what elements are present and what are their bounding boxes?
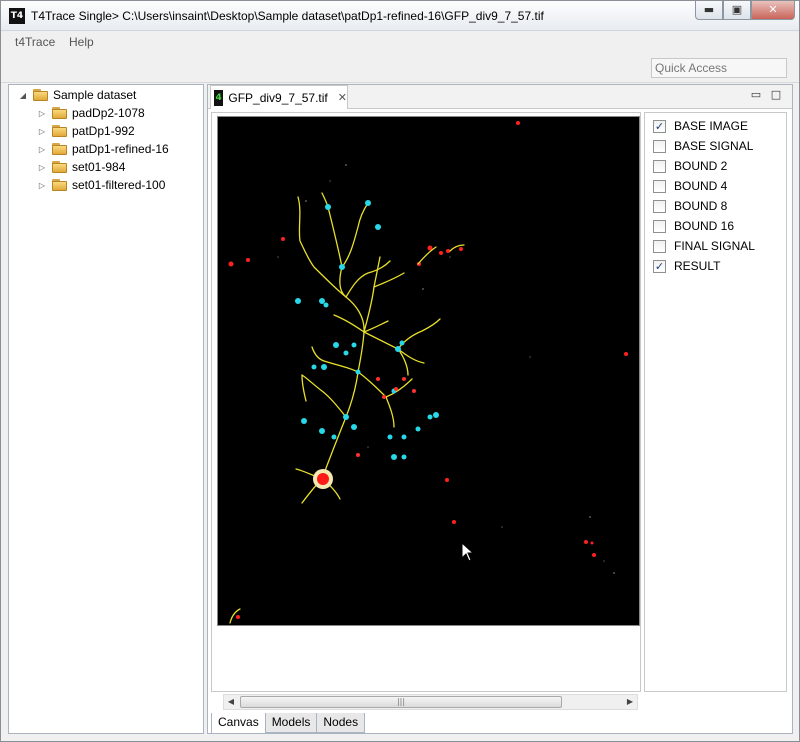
close-button[interactable]: ✕: [751, 1, 795, 20]
trace-markers: [356, 377, 416, 457]
folder-icon: [52, 125, 68, 137]
tree-item-label: patDp1-refined-16: [72, 142, 169, 156]
layer-label: RESULT: [674, 259, 721, 273]
tree-item-label: set01-filtered-100: [72, 178, 166, 192]
unchecked-checkbox-icon[interactable]: [653, 199, 666, 213]
folder-icon: [52, 179, 68, 191]
checked-checkbox-icon[interactable]: ✓: [653, 259, 666, 273]
tree-collapsed-arrow-icon[interactable]: ▷: [36, 127, 48, 136]
tree-item-label: Sample dataset: [53, 88, 137, 102]
tab-nodes[interactable]: Nodes: [316, 713, 366, 733]
folder-icon: [52, 161, 68, 173]
tree-collapsed-arrow-icon[interactable]: ▷: [36, 109, 48, 118]
unchecked-checkbox-icon[interactable]: [653, 139, 666, 153]
tab-canvas[interactable]: Canvas: [211, 713, 266, 734]
layer-label: BASE IMAGE: [674, 119, 749, 133]
tree-item-label: patDp1-992: [72, 124, 135, 138]
unchecked-checkbox-icon[interactable]: [653, 239, 666, 253]
unchecked-checkbox-icon[interactable]: [653, 179, 666, 193]
traced-dendrites: [229, 192, 465, 624]
app-window: T4 T4Trace Single> C:\Users\insaint\Desk…: [0, 0, 800, 742]
scroll-left-icon[interactable]: ◀: [224, 695, 238, 709]
maximize-view-icon[interactable]: □: [768, 87, 784, 103]
tree-expanded-arrow-icon[interactable]: ◢: [17, 91, 29, 100]
layer-label: BOUND 16: [674, 219, 735, 233]
maximize-button[interactable]: ▣: [723, 1, 751, 20]
layer-base-image[interactable]: ✓ BASE IMAGE: [653, 117, 748, 135]
mouse-cursor-icon: [461, 542, 475, 562]
tree-root-sample-dataset[interactable]: ◢ Sample dataset: [17, 86, 136, 104]
tree-collapsed-arrow-icon[interactable]: ▷: [36, 163, 48, 172]
neuron-trace-image: [228, 121, 628, 624]
quick-access-input[interactable]: Quick Access: [651, 58, 787, 78]
dataset-tree-panel: ◢ Sample dataset ▷ padDp2-1078 ▷ patDp1-…: [8, 84, 204, 734]
layer-bound-16[interactable]: BOUND 16: [653, 217, 734, 235]
background-noise: [277, 164, 615, 574]
unchecked-checkbox-icon[interactable]: [653, 159, 666, 173]
tree-item-paddp2-1078[interactable]: ▷ padDp2-1078: [36, 104, 145, 122]
scroll-right-icon[interactable]: ▶: [623, 695, 637, 709]
window-title: T4Trace Single> C:\Users\insaint\Desktop…: [31, 9, 544, 23]
canvas-container: [211, 112, 641, 692]
layer-label: BOUND 2: [674, 159, 728, 173]
minimize-button[interactable]: ▬: [695, 1, 723, 20]
layer-base-signal[interactable]: BASE SIGNAL: [653, 137, 753, 155]
close-tab-icon[interactable]: ✕: [338, 91, 347, 104]
image-editor: 4 GFP_div9_7_57.tif ✕ ▭ □ ◀ ||| ▶ Canvas…: [207, 84, 793, 734]
editor-tab-bar: 4 GFP_div9_7_57.tif ✕ ▭ □: [208, 85, 792, 109]
layer-label: BOUND 4: [674, 179, 728, 193]
menu-help[interactable]: Help: [69, 35, 94, 49]
layer-label: BOUND 8: [674, 199, 728, 213]
layer-bound-2[interactable]: BOUND 2: [653, 157, 727, 175]
tree-collapsed-arrow-icon[interactable]: ▷: [36, 181, 48, 190]
tab-models[interactable]: Models: [264, 713, 318, 733]
checked-checkbox-icon[interactable]: ✓: [653, 119, 666, 133]
unchecked-checkbox-icon[interactable]: [653, 219, 666, 233]
layer-panel: ✓ BASE IMAGE BASE SIGNAL BOUND 2 BOUND 4…: [644, 112, 787, 692]
layer-result[interactable]: ✓ RESULT: [653, 257, 720, 275]
trace-nodes: [295, 200, 439, 460]
window-controls: ▬ ▣ ✕: [695, 1, 795, 21]
tree-item-label: set01-984: [72, 160, 126, 174]
tree-item-label: padDp2-1078: [72, 106, 145, 120]
tree-collapsed-arrow-icon[interactable]: ▷: [36, 145, 48, 154]
folder-icon: [52, 143, 68, 155]
layer-bound-8[interactable]: BOUND 8: [653, 197, 727, 215]
image-canvas[interactable]: [217, 116, 640, 626]
view-tabs: Canvas Models Nodes: [211, 713, 366, 734]
minimize-view-icon[interactable]: ▭: [748, 87, 764, 103]
horizontal-scrollbar[interactable]: ◀ ||| ▶: [223, 694, 638, 710]
folder-icon: [33, 89, 49, 101]
layer-bound-4[interactable]: BOUND 4: [653, 177, 727, 195]
tree-item-patdp1-992[interactable]: ▷ patDp1-992: [36, 122, 135, 140]
menu-bar: t4Trace Help: [1, 32, 799, 52]
toolbar: Quick Access: [1, 53, 799, 83]
tab-gfp-image[interactable]: 4 GFP_div9_7_57.tif ✕: [210, 85, 348, 109]
scrollbar-thumb[interactable]: |||: [240, 696, 562, 708]
noise-detections: [228, 121, 628, 619]
tif-file-icon: 4: [214, 89, 224, 106]
layer-final-signal[interactable]: FINAL SIGNAL: [653, 237, 755, 255]
title-bar[interactable]: T4 T4Trace Single> C:\Users\insaint\Desk…: [1, 1, 799, 31]
app-icon: T4: [9, 8, 25, 24]
folder-icon: [52, 107, 68, 119]
layer-label: FINAL SIGNAL: [674, 239, 755, 253]
menu-t4trace[interactable]: t4Trace: [15, 35, 55, 49]
tree-item-patdp1-refined-16[interactable]: ▷ patDp1-refined-16: [36, 140, 169, 158]
tree-item-set01-filtered-100[interactable]: ▷ set01-filtered-100: [36, 176, 165, 194]
soma: [313, 469, 333, 489]
tree-item-set01-984[interactable]: ▷ set01-984: [36, 158, 125, 176]
tab-label: GFP_div9_7_57.tif: [228, 90, 328, 105]
layer-label: BASE SIGNAL: [674, 139, 754, 153]
